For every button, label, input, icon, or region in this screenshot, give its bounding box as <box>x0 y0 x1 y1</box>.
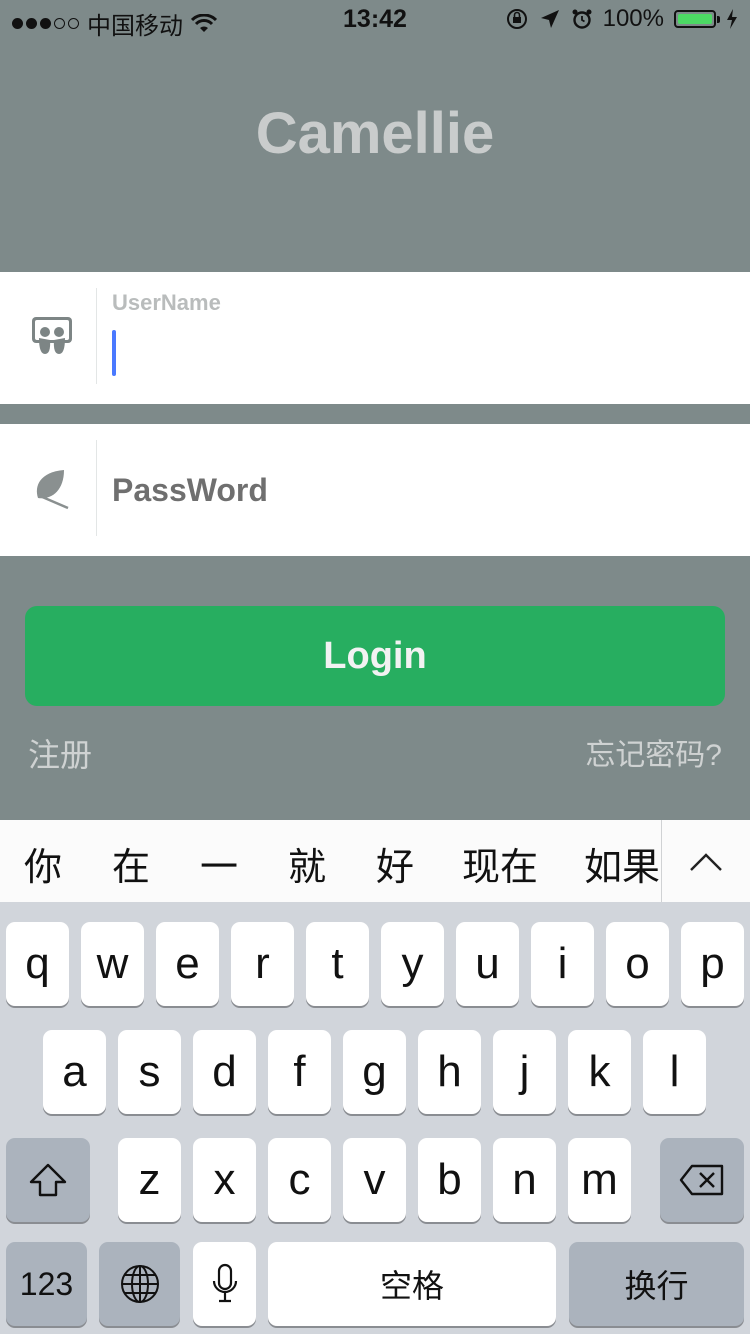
key-t[interactable]: t <box>306 922 369 1006</box>
suggestion-item[interactable]: 在 <box>112 836 150 891</box>
key-m[interactable]: m <box>568 1138 631 1222</box>
numbers-key[interactable]: 123 <box>6 1242 87 1326</box>
battery-percent: 100% <box>602 5 664 32</box>
login-button[interactable]: Login <box>25 606 725 706</box>
globe-key[interactable] <box>99 1242 180 1326</box>
keyboard: q w e r t y u i o p a s d f g h j k l z … <box>0 902 750 1334</box>
forgot-password-link[interactable]: 忘记密码? <box>585 730 722 774</box>
key-k[interactable]: k <box>568 1030 631 1114</box>
password-field[interactable]: PassWord <box>0 424 750 556</box>
key-w[interactable]: w <box>81 922 144 1006</box>
key-l[interactable]: l <box>643 1030 706 1114</box>
key-d[interactable]: d <box>193 1030 256 1114</box>
shift-key[interactable] <box>6 1138 90 1222</box>
suggestion-item[interactable]: 一 <box>200 836 238 891</box>
key-b[interactable]: b <box>418 1138 481 1222</box>
key-q[interactable]: q <box>6 922 69 1006</box>
chevron-up-icon[interactable] <box>688 844 724 880</box>
key-c[interactable]: c <box>268 1138 331 1222</box>
register-link[interactable]: 注册 <box>28 730 92 776</box>
key-e[interactable]: e <box>156 922 219 1006</box>
key-y[interactable]: y <box>381 922 444 1006</box>
space-key[interactable]: 空格 <box>268 1242 556 1326</box>
key-n[interactable]: n <box>493 1138 556 1222</box>
key-s[interactable]: s <box>118 1030 181 1114</box>
key-r[interactable]: r <box>231 922 294 1006</box>
leaf-icon <box>36 470 69 510</box>
key-u[interactable]: u <box>456 922 519 1006</box>
suggestion-item[interactable]: 好 <box>376 836 414 891</box>
key-i[interactable]: i <box>531 922 594 1006</box>
username-field[interactable]: UserName <box>0 272 750 404</box>
key-a[interactable]: a <box>43 1030 106 1114</box>
key-j[interactable]: j <box>493 1030 556 1114</box>
alarm-icon <box>572 9 592 29</box>
key-z[interactable]: z <box>118 1138 181 1222</box>
username-label: UserName <box>112 290 221 315</box>
keyboard-suggestion-bar: 你 在 一 就 好 现在 如果 <box>0 820 750 903</box>
key-o[interactable]: o <box>606 922 669 1006</box>
backspace-icon <box>679 1164 724 1196</box>
key-x[interactable]: x <box>193 1138 256 1222</box>
status-right: 100% <box>505 5 738 33</box>
field-divider <box>96 440 97 536</box>
text-cursor <box>112 330 116 376</box>
key-v[interactable]: v <box>343 1138 406 1222</box>
suggestion-item[interactable]: 就 <box>288 836 326 891</box>
suggestion-item[interactable]: 如果 <box>584 836 660 891</box>
location-arrow-icon <box>540 10 559 28</box>
status-bar: 中国移动 13:42 100% <box>0 0 750 40</box>
app-title: Camellie <box>255 101 495 166</box>
battery-icon <box>674 10 720 28</box>
key-f[interactable]: f <box>268 1030 331 1114</box>
suggestion-item[interactable]: 现在 <box>462 836 538 891</box>
delete-key[interactable] <box>660 1138 744 1222</box>
key-h[interactable]: h <box>418 1030 481 1114</box>
return-key[interactable]: 换行 <box>569 1242 744 1326</box>
charging-bolt-icon <box>727 9 737 29</box>
globe-icon <box>120 1265 159 1303</box>
password-placeholder: PassWord <box>112 472 268 508</box>
slideshare-icon <box>32 317 72 354</box>
shift-icon <box>29 1163 67 1197</box>
microphone-icon <box>212 1263 237 1303</box>
suggestion-item[interactable]: 你 <box>24 836 62 891</box>
field-divider <box>96 288 97 384</box>
dictation-key[interactable] <box>193 1242 256 1326</box>
key-g[interactable]: g <box>343 1030 406 1114</box>
rotation-lock-icon <box>506 9 527 29</box>
key-p[interactable]: p <box>681 922 744 1006</box>
suggestion-divider <box>661 820 662 902</box>
